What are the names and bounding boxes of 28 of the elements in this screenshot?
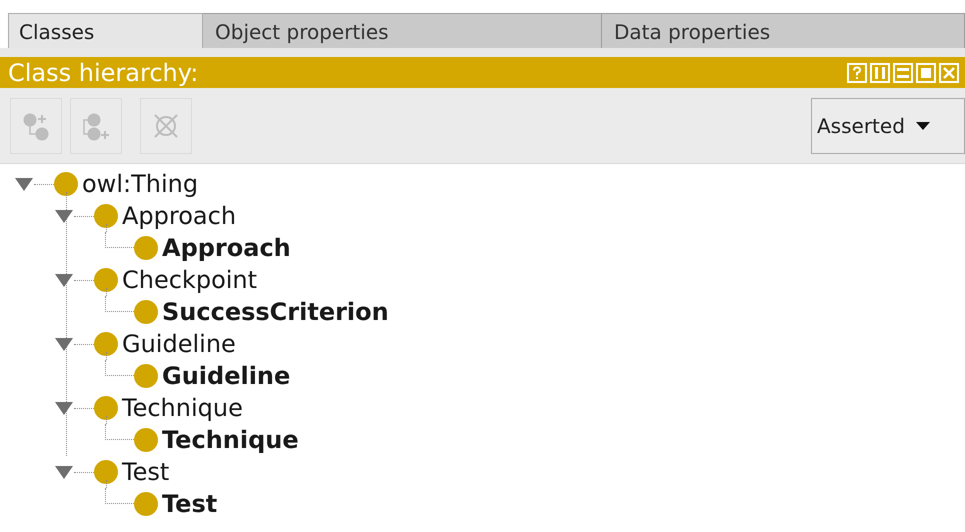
view-dropdown[interactable]: Asserted — [811, 98, 965, 154]
tree-item[interactable]: owl:Thing — [82, 172, 198, 196]
tree-item[interactable]: Checkpoint — [122, 268, 258, 292]
tree-item[interactable]: Guideline — [122, 332, 236, 356]
tree-item[interactable]: Test — [122, 460, 170, 484]
maximize-icon[interactable] — [916, 62, 936, 82]
tree-item[interactable]: Technique — [162, 428, 299, 452]
tree-item[interactable]: SuccessCriterion — [162, 300, 389, 324]
tree-item[interactable]: Technique — [122, 396, 243, 420]
tab[interactable]: Object properties — [203, 13, 602, 49]
help-icon[interactable] — [847, 62, 867, 82]
panel-title: Class hierarchy: — [8, 60, 198, 84]
caret-icon — [914, 120, 931, 130]
collapse-toggle-icon[interactable] — [54, 272, 74, 288]
collapse-toggle-icon[interactable] — [14, 176, 34, 192]
collapse-toggle-icon[interactable] — [54, 400, 74, 416]
tab[interactable]: Data properties — [602, 13, 965, 49]
tree-item[interactable]: Guideline — [162, 364, 290, 388]
split-horizontal-icon[interactable] — [893, 62, 913, 82]
collapse-toggle-icon[interactable] — [54, 336, 74, 352]
collapse-toggle-icon[interactable] — [54, 464, 74, 480]
close-icon[interactable] — [939, 62, 959, 82]
collapse-toggle-icon[interactable] — [54, 208, 74, 224]
tree-item[interactable]: Test — [162, 492, 218, 516]
tree-item[interactable]: Approach — [162, 236, 291, 260]
tab[interactable]: Classes — [8, 13, 203, 49]
tree-item[interactable]: Approach — [122, 204, 236, 228]
split-vertical-icon[interactable] — [870, 62, 890, 82]
